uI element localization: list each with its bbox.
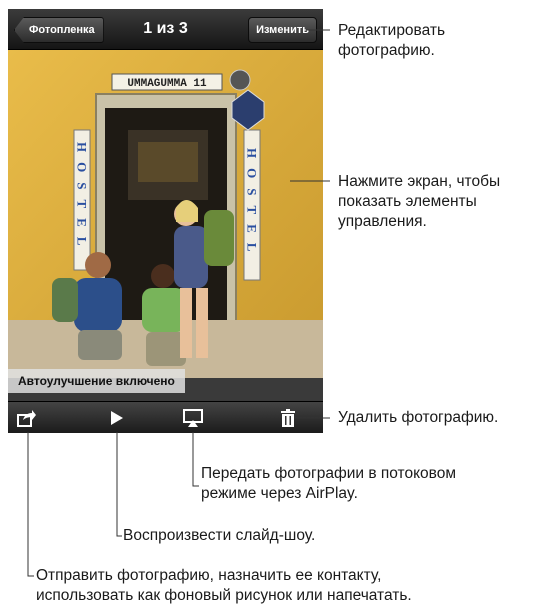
callout-delete: Удалить фотографию. xyxy=(338,409,499,426)
callout-tap-screen: Нажмите экран, чтобы показать элементы у… xyxy=(338,173,501,230)
callout-share: Отправить фотографию, назначить ее конта… xyxy=(36,567,412,604)
callout-airplay: Передать фотографии в потоковом режиме ч… xyxy=(201,465,456,502)
callout-slideshow: Воспроизвести слайд-шоу. xyxy=(123,527,316,544)
callout-edit: Редактировать фотографию. xyxy=(338,22,446,59)
callout-lines xyxy=(27,29,330,577)
